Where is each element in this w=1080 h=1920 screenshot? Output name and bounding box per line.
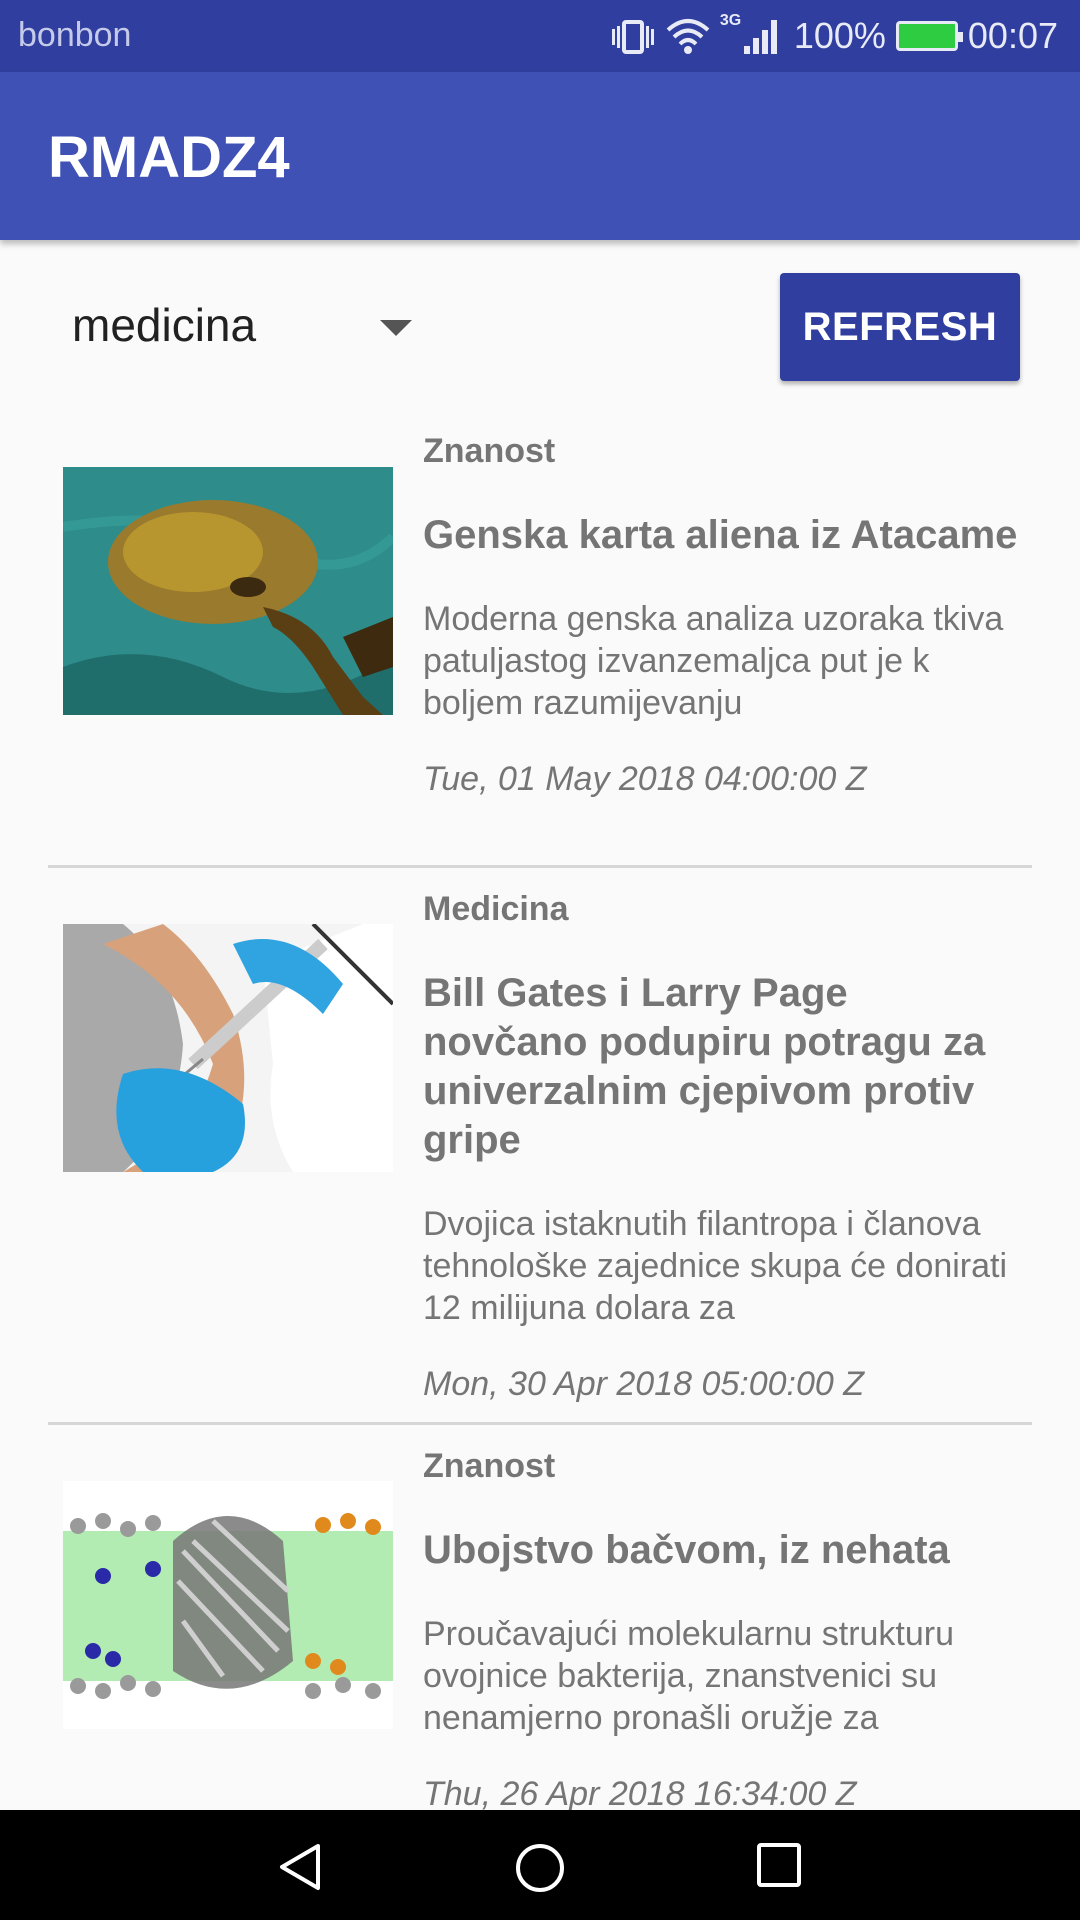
vaccination-image [63, 924, 393, 1172]
app-bar: RMADZ4 [0, 72, 1080, 240]
vibrate-icon [610, 16, 656, 56]
carrier-name: bonbon [18, 16, 132, 54]
protein-barrel-image [63, 1481, 393, 1729]
article-date: Mon, 30 Apr 2018 05:00:00 Z [423, 1365, 865, 1403]
article-title: Ubojstvo bačvom, iz nehata [423, 1528, 950, 1572]
article-description: Moderna genska analiza uzoraka tkiva pat… [423, 600, 1004, 722]
article-text: Znanost Genska karta aliena iz Atacame M… [423, 432, 1023, 799]
article-date: Thu, 26 Apr 2018 16:34:00 Z [423, 1775, 857, 1810]
spinner-selected-value: medicina [72, 299, 257, 351]
network-type-label: 3G [719, 12, 742, 29]
article-item[interactable]: Medicina Bill Gates i Larry Page novčano… [48, 868, 1032, 1425]
article-item[interactable]: Znanost Ubojstvo bačvom, iz nehata Prouč… [48, 1425, 1032, 1810]
wifi-icon [666, 16, 710, 56]
clock: 00:07 [967, 15, 1058, 56]
recent-apps-icon[interactable] [756, 1842, 802, 1893]
cell-signal-icon: 3G [720, 12, 784, 56]
navigation-bar [0, 1810, 1080, 1920]
article-date: Tue, 01 May 2018 04:00:00 Z [423, 760, 867, 798]
article-text: Znanost Ubojstvo bačvom, iz nehata Prouč… [423, 1447, 1023, 1810]
article-title: Bill Gates i Larry Page novčano podupiru… [423, 971, 986, 1162]
dropdown-arrow-icon [380, 320, 412, 336]
status-icons: 3G 100% 00:07 [610, 12, 1058, 60]
home-icon[interactable] [514, 1842, 566, 1899]
refresh-button[interactable]: REFRESH [780, 273, 1020, 381]
article-list[interactable]: Znanost Genska karta aliena iz Atacame M… [48, 410, 1032, 1810]
article-category: Medicina [423, 890, 569, 928]
app-title: RMADZ4 [48, 125, 290, 190]
filter-controls: medicina REFRESH [0, 240, 1080, 410]
back-icon[interactable] [276, 1842, 324, 1897]
article-item[interactable]: Znanost Genska karta aliena iz Atacame M… [48, 410, 1032, 868]
article-title: Genska karta aliena iz Atacame [423, 513, 1018, 557]
battery-percent: 100% [793, 15, 886, 56]
article-description: Proučavajući molekularnu strukturu ovojn… [423, 1615, 955, 1737]
article-description: Dvojica istaknutih filantropa i članova … [423, 1205, 1008, 1327]
article-category: Znanost [423, 1447, 556, 1485]
article-category: Znanost [423, 432, 556, 470]
status-bar: bonbon 3G 100% 00:07 [0, 0, 1080, 72]
article-text: Medicina Bill Gates i Larry Page novčano… [423, 890, 1023, 1404]
battery-icon [895, 21, 963, 51]
category-spinner[interactable]: medicina [72, 298, 412, 368]
alien-skeleton-image [63, 467, 393, 715]
